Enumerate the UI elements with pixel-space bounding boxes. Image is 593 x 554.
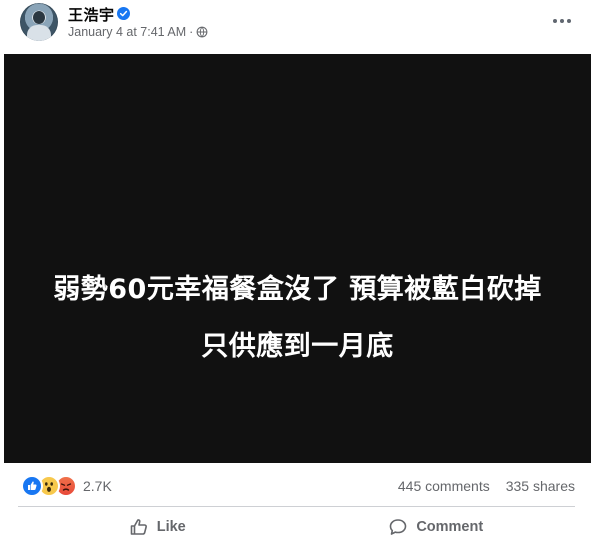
- verified-badge-icon: [117, 7, 130, 20]
- post-meta: January 4 at 7:41 AM ·: [68, 25, 208, 39]
- avatar-head: [33, 11, 45, 24]
- more-options-button[interactable]: [549, 8, 575, 34]
- post-stats: 2.7K 445 comments 335 shares: [0, 472, 593, 500]
- reaction-icons[interactable]: [21, 475, 77, 497]
- reaction-count[interactable]: 2.7K: [83, 478, 112, 494]
- engagement-counts: 445 comments 335 shares: [398, 478, 575, 494]
- image-text-line-2: 只供應到一月底: [201, 331, 394, 362]
- post-timestamp[interactable]: January 4 at 7:41 AM: [68, 25, 186, 39]
- meta-separator: ·: [189, 25, 194, 39]
- more-dot: [560, 19, 564, 23]
- more-dot: [567, 19, 571, 23]
- comment-button[interactable]: Comment: [297, 507, 576, 547]
- avatar-body: [27, 25, 51, 41]
- post-image[interactable]: 弱勢60元幸福餐盒沒了 預算被藍白砍掉 只供應到一月底: [4, 54, 591, 463]
- post-action-bar: Like Comment: [18, 507, 575, 547]
- author-name[interactable]: 王浩宇: [68, 4, 115, 25]
- comments-count[interactable]: 445 comments: [398, 478, 490, 494]
- shares-count[interactable]: 335 shares: [506, 478, 575, 494]
- like-button-label: Like: [156, 519, 186, 535]
- facebook-post: 王浩宇 January 4 at 7:41 AM · 弱勢60元幸福餐盒沒了 預…: [0, 0, 593, 554]
- image-text-line-1: 弱勢60元幸福餐盒沒了 預算被藍白砍掉: [53, 274, 542, 305]
- comment-bubble-icon: [390, 519, 407, 535]
- like-button[interactable]: Like: [18, 507, 297, 547]
- more-dot: [553, 19, 557, 23]
- thumbs-up-icon: [130, 519, 147, 535]
- globe-icon[interactable]: [196, 26, 208, 38]
- post-header: 王浩宇 January 4 at 7:41 AM ·: [0, 0, 593, 54]
- comment-button-label: Comment: [416, 519, 484, 535]
- like-reaction-icon: [21, 475, 43, 497]
- author-avatar[interactable]: [20, 3, 58, 41]
